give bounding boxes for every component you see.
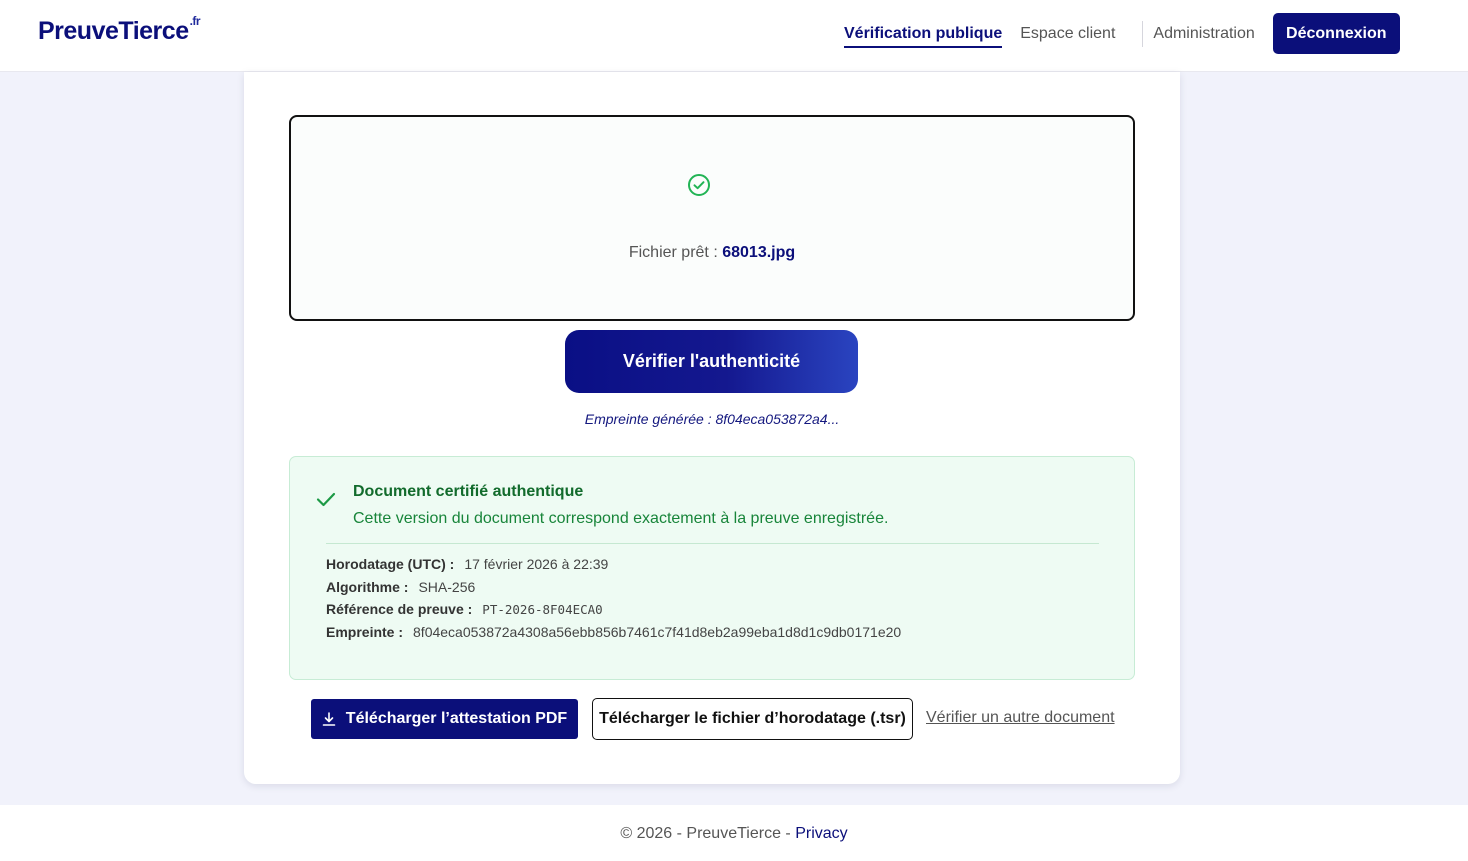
checkmark-icon bbox=[316, 492, 336, 507]
verification-result: Document certifié authentique Cette vers… bbox=[289, 456, 1135, 680]
result-divider bbox=[326, 543, 1099, 544]
result-title: Document certifié authentique bbox=[353, 483, 584, 500]
verification-card: Fichier prêt : 68013.jpg Vérifier l'auth… bbox=[244, 72, 1180, 784]
verify-authenticity-button[interactable]: Vérifier l'authenticité bbox=[565, 330, 858, 393]
nav-client-space[interactable]: Espace client bbox=[1020, 25, 1115, 43]
verify-other-link[interactable]: Vérifier un autre document bbox=[926, 709, 1115, 727]
meta-timestamp-label: Horodatage (UTC) : bbox=[326, 556, 455, 572]
file-name: 68013.jpg bbox=[722, 244, 796, 261]
download-pdf-label: Télécharger l’attestation PDF bbox=[345, 710, 568, 727]
meta-timestamp: Horodatage (UTC) : 17 février 2026 à 22:3… bbox=[326, 556, 608, 572]
page-footer: © 2026 - PreuveTierce - Privacy bbox=[0, 805, 1468, 861]
check-circle-icon bbox=[688, 174, 710, 196]
meta-fingerprint-label: Empreinte : bbox=[326, 624, 404, 640]
main-nav: Vérification publique Espace client Admi… bbox=[844, 13, 1400, 54]
download-icon bbox=[322, 712, 336, 726]
nav-divider bbox=[1142, 20, 1144, 47]
file-ready-label: Fichier prêt : bbox=[628, 244, 718, 261]
nav-administration[interactable]: Administration bbox=[1153, 25, 1254, 43]
meta-timestamp-value: 17 février 2026 à 22:39 bbox=[464, 556, 609, 572]
result-description: Cette version du document correspond exa… bbox=[353, 510, 889, 527]
download-tsr-button[interactable]: Télécharger le fichier d’horodatage (.ts… bbox=[592, 698, 913, 740]
logo-suffix: .fr bbox=[189, 13, 201, 28]
file-dropzone[interactable]: Fichier prêt : 68013.jpg bbox=[289, 115, 1135, 321]
meta-reference-label: Référence de preuve : bbox=[326, 601, 473, 617]
logo-text: PreuveTierce bbox=[38, 17, 189, 45]
footer-copyright: © 2026 - PreuveTierce - bbox=[620, 825, 796, 842]
meta-fingerprint: Empreinte : 8f04eca053872a4308a56ebb856b7… bbox=[326, 624, 901, 640]
meta-algorithm-value: SHA-256 bbox=[418, 579, 476, 595]
nav-public-verification[interactable]: Vérification publique bbox=[844, 25, 1003, 48]
meta-reference-value: PT-2026-8F04ECA0 bbox=[482, 602, 603, 617]
meta-fingerprint-value: 8f04eca053872a4308a56ebb856b7461c7f41d8e… bbox=[413, 624, 902, 640]
logout-button[interactable]: Déconnexion bbox=[1272, 13, 1400, 54]
action-bar: Télécharger l’attestation PDF Télécharge… bbox=[311, 698, 1121, 740]
meta-algorithm-label: Algorithme : bbox=[326, 579, 409, 595]
generated-hash-text: Empreinte générée : 8f04eca053872a4... bbox=[584, 411, 840, 427]
privacy-link[interactable]: Privacy bbox=[795, 825, 847, 842]
download-pdf-button[interactable]: Télécharger l’attestation PDF bbox=[311, 699, 578, 739]
brand-logo[interactable]: PreuveTierce.fr bbox=[38, 13, 201, 46]
meta-algorithm: Algorithme : SHA-256 bbox=[326, 579, 475, 595]
top-header: PreuveTierce.fr Vérification publique Es… bbox=[0, 0, 1468, 72]
file-ready-text: Fichier prêt : 68013.jpg bbox=[291, 244, 1133, 262]
meta-reference: Référence de preuve : PT-2026-8F04ECA0 bbox=[326, 601, 603, 617]
